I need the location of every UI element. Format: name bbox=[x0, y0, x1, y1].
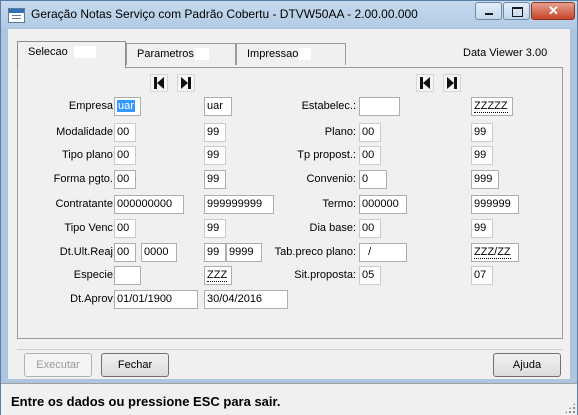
especie-label: Especie: bbox=[73, 269, 116, 281]
contratante-from-input[interactable]: 000000000 bbox=[114, 195, 184, 214]
first-record-icon bbox=[423, 77, 430, 89]
contratante-to-input[interactable]: 999999999 bbox=[204, 195, 274, 214]
last-record-icon bbox=[181, 77, 188, 89]
tab-preco-plano-to-input[interactable]: ZZZ/ZZ bbox=[471, 243, 519, 262]
tab-preco-plano-label: Tab.preco plano: bbox=[274, 246, 356, 258]
first-record-button-right[interactable] bbox=[416, 74, 434, 92]
tab-impressao[interactable]: Impressao bbox=[236, 43, 346, 65]
tipo-venc-to-input[interactable]: 99 bbox=[204, 219, 226, 238]
plano-label: Plano: bbox=[324, 126, 356, 138]
data-viewer-version: Data Viewer 3.00 bbox=[463, 47, 548, 59]
app-window: Geração Notas Serviço com Padrão Cobertu… bbox=[0, 0, 578, 415]
especie-from-input[interactable] bbox=[114, 266, 141, 285]
sit-proposta-label: Sit.proposta: bbox=[294, 269, 356, 281]
tp-propost-from-input[interactable]: 00 bbox=[359, 146, 381, 165]
estabelec-to-input[interactable]: ZZZZZ bbox=[471, 97, 513, 116]
last-record-button-right[interactable] bbox=[443, 74, 461, 92]
empresa-to-input[interactable]: uar bbox=[204, 97, 232, 116]
dia-base-from-input[interactable]: 00 bbox=[359, 219, 381, 238]
dt-ult-reaj-month-from-input[interactable]: 00 bbox=[114, 243, 136, 262]
dt-aprov-to-input[interactable]: 30/04/2016 bbox=[204, 290, 288, 309]
execute-button[interactable]: Executar bbox=[24, 353, 92, 377]
forma-pgto-label: Forma pgto.: bbox=[53, 173, 116, 185]
empresa-label: Empresa: bbox=[68, 100, 116, 112]
tab-impressao-label: Impressao bbox=[247, 48, 299, 60]
tipo-plano-label: Tipo plano: bbox=[61, 149, 116, 161]
minimize-icon bbox=[485, 13, 493, 15]
window-title: Geração Notas Serviço com Padrão Cobertu… bbox=[31, 7, 418, 21]
close-icon: ✕ bbox=[548, 3, 559, 18]
maximize-button[interactable] bbox=[503, 2, 530, 20]
tipo-venc-from-input[interactable]: 00 bbox=[114, 219, 136, 238]
convenio-to-input[interactable]: 999 bbox=[471, 170, 499, 189]
app-icon bbox=[8, 8, 25, 23]
modalidade-to-input[interactable]: 99 bbox=[204, 123, 226, 142]
dt-aprov-label: Dt.Aprov: bbox=[70, 293, 116, 305]
tp-propost-to-input[interactable]: 99 bbox=[471, 146, 493, 165]
button-bar bbox=[17, 349, 563, 378]
estabelec-label: Estabelec.: bbox=[301, 100, 356, 112]
tab-parametros-label: Parametros bbox=[137, 48, 194, 60]
forma-pgto-to-input[interactable]: 99 bbox=[204, 170, 226, 189]
dia-base-to-input[interactable]: 99 bbox=[471, 219, 493, 238]
status-bar: Entre os dados ou pressione ESC para sai… bbox=[1, 383, 577, 415]
termo-label: Termo: bbox=[322, 198, 356, 210]
dt-ult-reaj-year-from-input[interactable]: 0000 bbox=[141, 243, 177, 262]
plano-to-input[interactable]: 99 bbox=[471, 123, 493, 142]
dt-ult-reaj-month-to-input[interactable]: 99 bbox=[204, 243, 226, 262]
close-window-button[interactable]: ✕ bbox=[531, 2, 575, 20]
convenio-label: Convenio: bbox=[306, 173, 356, 185]
termo-from-input[interactable]: 000000 bbox=[359, 195, 407, 214]
title-bar[interactable]: Geração Notas Serviço com Padrão Cobertu… bbox=[1, 1, 577, 28]
tab-selecao[interactable]: Selecao bbox=[17, 41, 126, 68]
last-record-button[interactable] bbox=[177, 74, 195, 92]
tab-preco-plano-from-input[interactable]: / bbox=[359, 243, 407, 262]
dia-base-label: Dia base: bbox=[309, 222, 356, 234]
convenio-from-input[interactable]: 0 bbox=[359, 170, 387, 189]
main-content: Selecao Parametros Impressao Data Viewer… bbox=[8, 29, 570, 379]
tipo-plano-from-input[interactable]: 00 bbox=[114, 146, 136, 165]
first-record-icon bbox=[157, 77, 164, 89]
dt-ult-reaj-label: Dt.Ult.Reaj: bbox=[59, 246, 116, 258]
dt-ult-reaj-year-to-input[interactable]: 9999 bbox=[226, 243, 262, 262]
resize-grip-icon[interactable] bbox=[564, 402, 576, 414]
forma-pgto-from-input[interactable]: 00 bbox=[114, 170, 136, 189]
sit-proposta-to-input[interactable]: 07 bbox=[471, 266, 493, 285]
last-record-icon bbox=[447, 77, 454, 89]
status-message: Entre os dados ou pressione ESC para sai… bbox=[11, 394, 281, 409]
tab-selecao-label: Selecao bbox=[28, 46, 68, 58]
empresa-from-input[interactable]: uar bbox=[114, 97, 141, 116]
contratante-label: Contratante: bbox=[55, 198, 116, 210]
tipo-venc-label: Tipo Venc: bbox=[64, 222, 116, 234]
estabelec-from-input[interactable] bbox=[359, 97, 400, 116]
modalidade-from-input[interactable]: 00 bbox=[114, 123, 136, 142]
tipo-plano-to-input[interactable]: 99 bbox=[204, 146, 226, 165]
tp-propost-label: Tp propost.: bbox=[297, 149, 356, 161]
termo-to-input[interactable]: 999999 bbox=[471, 195, 519, 214]
minimize-button[interactable] bbox=[475, 2, 502, 20]
especie-to-input[interactable]: ZZZ bbox=[204, 266, 232, 285]
maximize-icon bbox=[512, 7, 523, 17]
dt-aprov-from-input[interactable]: 01/01/1900 bbox=[114, 290, 198, 309]
first-record-button[interactable] bbox=[150, 74, 168, 92]
modalidade-label: Modalidade: bbox=[56, 126, 116, 138]
tab-parametros[interactable]: Parametros bbox=[126, 43, 236, 65]
plano-from-input[interactable]: 00 bbox=[359, 123, 381, 142]
sit-proposta-from-input[interactable]: 05 bbox=[359, 266, 381, 285]
help-button[interactable]: Ajuda bbox=[493, 353, 561, 377]
close-button[interactable]: Fechar bbox=[101, 353, 169, 377]
